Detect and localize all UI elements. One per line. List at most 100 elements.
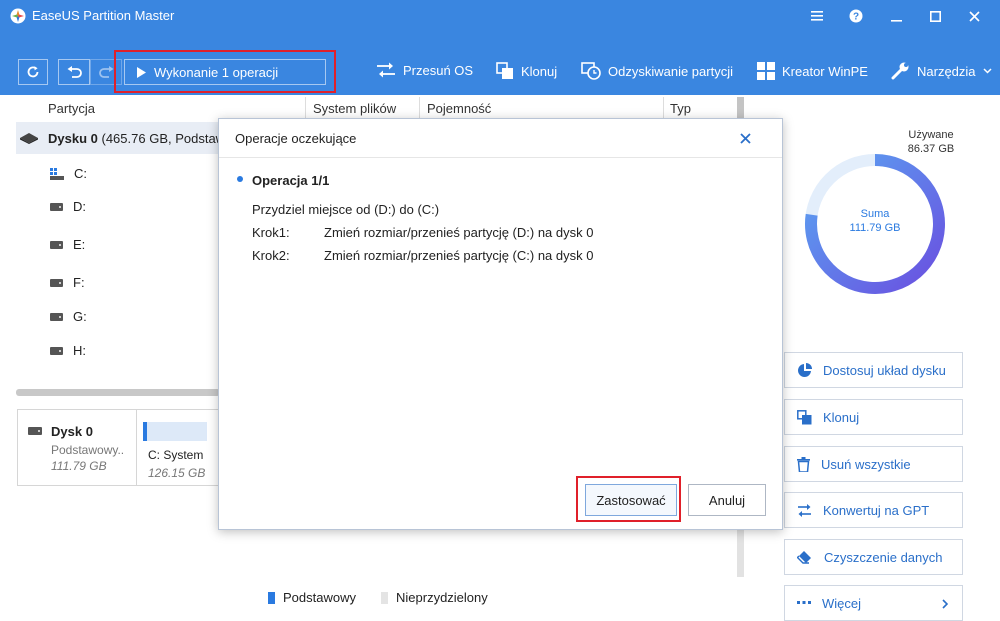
legend-label: Nieprzydzielony xyxy=(396,590,488,605)
disk-icon xyxy=(20,133,38,144)
col-separator xyxy=(419,97,420,119)
col-header-type[interactable]: Typ xyxy=(670,101,691,116)
wrench-icon xyxy=(891,62,909,80)
disk-card-type: Podstawowy.. xyxy=(51,443,125,457)
used-title: Używane xyxy=(908,129,954,141)
tool-migrate-os[interactable]: Przesuń OS xyxy=(376,62,473,78)
partition-label: E: xyxy=(73,237,86,252)
side-btn-adjust-layout[interactable]: Dostosuj układ dysku xyxy=(784,352,963,388)
col-header-capacity[interactable]: Pojemność xyxy=(427,101,491,116)
migrate-os-icon xyxy=(377,62,395,78)
partition-label: C: System xyxy=(148,448,204,462)
side-btn-more[interactable]: Więcej xyxy=(784,585,963,621)
minimize-icon xyxy=(890,19,902,22)
cancel-button[interactable]: Anuluj xyxy=(688,484,766,516)
disk-name: Dysku 0 xyxy=(48,131,98,146)
close-window-button[interactable] xyxy=(963,5,985,27)
legend-label: Podstawowy xyxy=(283,590,356,605)
partition-row-h[interactable]: H: xyxy=(50,343,86,358)
partition-row-g[interactable]: G: xyxy=(50,309,87,324)
step-label: Krok2: xyxy=(252,248,290,263)
undo-icon xyxy=(67,66,82,78)
eraser-icon xyxy=(797,550,811,564)
disk-card-name: Dysk 0 xyxy=(51,424,93,439)
refresh-icon xyxy=(27,66,39,78)
help-icon: ? xyxy=(849,9,863,23)
top-bar: EaseUS Partition Master ? Wykonanie 1 op… xyxy=(0,0,1000,95)
windows-icon xyxy=(757,62,775,80)
legend-unallocated: Nieprzydzielony xyxy=(381,590,488,605)
close-icon xyxy=(739,132,751,144)
disk-detail: (465.76 GB, Podstaw xyxy=(101,131,226,146)
convert-icon xyxy=(798,503,811,517)
side-btn-wipe-data[interactable]: Czyszczenie danych xyxy=(784,539,963,575)
dialog-title: Operacje oczekujące xyxy=(235,131,357,146)
legend-swatch-primary xyxy=(268,591,275,604)
tool-label: Kreator WinPE xyxy=(782,63,868,79)
tool-clone[interactable]: Klonuj xyxy=(496,62,557,80)
pending-operations-dialog: Operacje oczekujące Operacja 1/1 Przydzi… xyxy=(218,118,783,530)
side-btn-delete-all[interactable]: Usuń wszystkie xyxy=(784,446,963,482)
side-btn-label: Klonuj xyxy=(823,409,860,425)
partition-size: 126.15 GB xyxy=(148,466,206,480)
drive-icon xyxy=(50,346,63,355)
drive-icon xyxy=(50,278,63,287)
svg-text:?: ? xyxy=(853,12,859,23)
minimize-button[interactable] xyxy=(885,5,907,27)
legend-primary: Podstawowy xyxy=(268,590,356,605)
help-button[interactable]: ? xyxy=(845,5,867,27)
menu-icon xyxy=(811,11,823,21)
chevron-down-icon xyxy=(983,68,992,74)
tool-label: Odzyskiwanie partycji xyxy=(608,63,733,79)
tool-tools-menu[interactable]: Narzędzia xyxy=(890,62,992,80)
disk-map-card[interactable]: Dysk 0 Podstawowy.. 111.79 GB C: System … xyxy=(17,409,220,486)
drive-icon xyxy=(50,202,63,211)
partition-label: H: xyxy=(73,343,86,358)
col-header-filesystem[interactable]: System plików xyxy=(313,101,396,116)
partition-row-f[interactable]: F: xyxy=(50,275,85,290)
tool-label: Klonuj xyxy=(521,63,558,79)
horizontal-scrollbar[interactable] xyxy=(16,389,220,396)
side-btn-clone[interactable]: Klonuj xyxy=(784,399,963,435)
menu-button[interactable] xyxy=(806,5,828,27)
close-icon xyxy=(968,10,980,22)
side-btn-convert-gpt[interactable]: Konwertuj na GPT xyxy=(784,492,963,528)
disk-card-separator xyxy=(136,410,137,485)
side-btn-label: Dostosuj układ dysku xyxy=(823,362,946,378)
disk-card-size: 111.79 GB xyxy=(51,459,107,473)
partition-row-d[interactable]: D: xyxy=(50,199,86,214)
undo-button[interactable] xyxy=(58,59,90,85)
col-separator xyxy=(305,97,306,119)
side-btn-label: Czyszczenie danych xyxy=(824,549,943,565)
partition-label: G: xyxy=(73,309,87,324)
disk-row-label: Dysku 0 (465.76 GB, Podstaw xyxy=(48,131,225,146)
refresh-button[interactable] xyxy=(18,59,48,85)
step-label: Krok1: xyxy=(252,225,290,240)
tool-winpe[interactable]: Kreator WinPE xyxy=(757,62,868,80)
col-separator xyxy=(663,97,664,119)
partition-row-e[interactable]: E: xyxy=(50,237,85,252)
app-logo-icon xyxy=(10,8,26,24)
partition-usage-fill xyxy=(143,422,147,441)
side-btn-label: Usuń wszystkie xyxy=(821,456,911,472)
operation-title: Operacja 1/1 xyxy=(252,173,330,188)
chevron-right-icon xyxy=(942,599,948,609)
dialog-divider xyxy=(219,157,782,158)
title-bar: EaseUS Partition Master ? xyxy=(0,0,1000,32)
tool-partition-recovery[interactable]: Odzyskiwanie partycji xyxy=(581,62,733,80)
bullet-icon xyxy=(237,176,243,182)
dialog-close-button[interactable] xyxy=(734,127,756,149)
windows-drive-icon xyxy=(50,167,64,180)
drive-icon xyxy=(50,312,63,321)
partition-recovery-icon xyxy=(581,62,601,80)
maximize-icon xyxy=(929,10,941,22)
tool-label: Narzędzia xyxy=(917,63,976,79)
disk-usage-donut: Suma 111.79 GB xyxy=(805,154,945,294)
redo-icon xyxy=(98,66,113,78)
col-header-partition[interactable]: Partycja xyxy=(48,101,95,116)
tool-label: Przesuń OS xyxy=(403,62,474,78)
maximize-button[interactable] xyxy=(924,5,946,27)
partition-usage-bar[interactable] xyxy=(143,422,207,441)
side-btn-label: Konwertuj na GPT xyxy=(823,502,930,518)
partition-row-c[interactable]: C: xyxy=(50,166,87,181)
